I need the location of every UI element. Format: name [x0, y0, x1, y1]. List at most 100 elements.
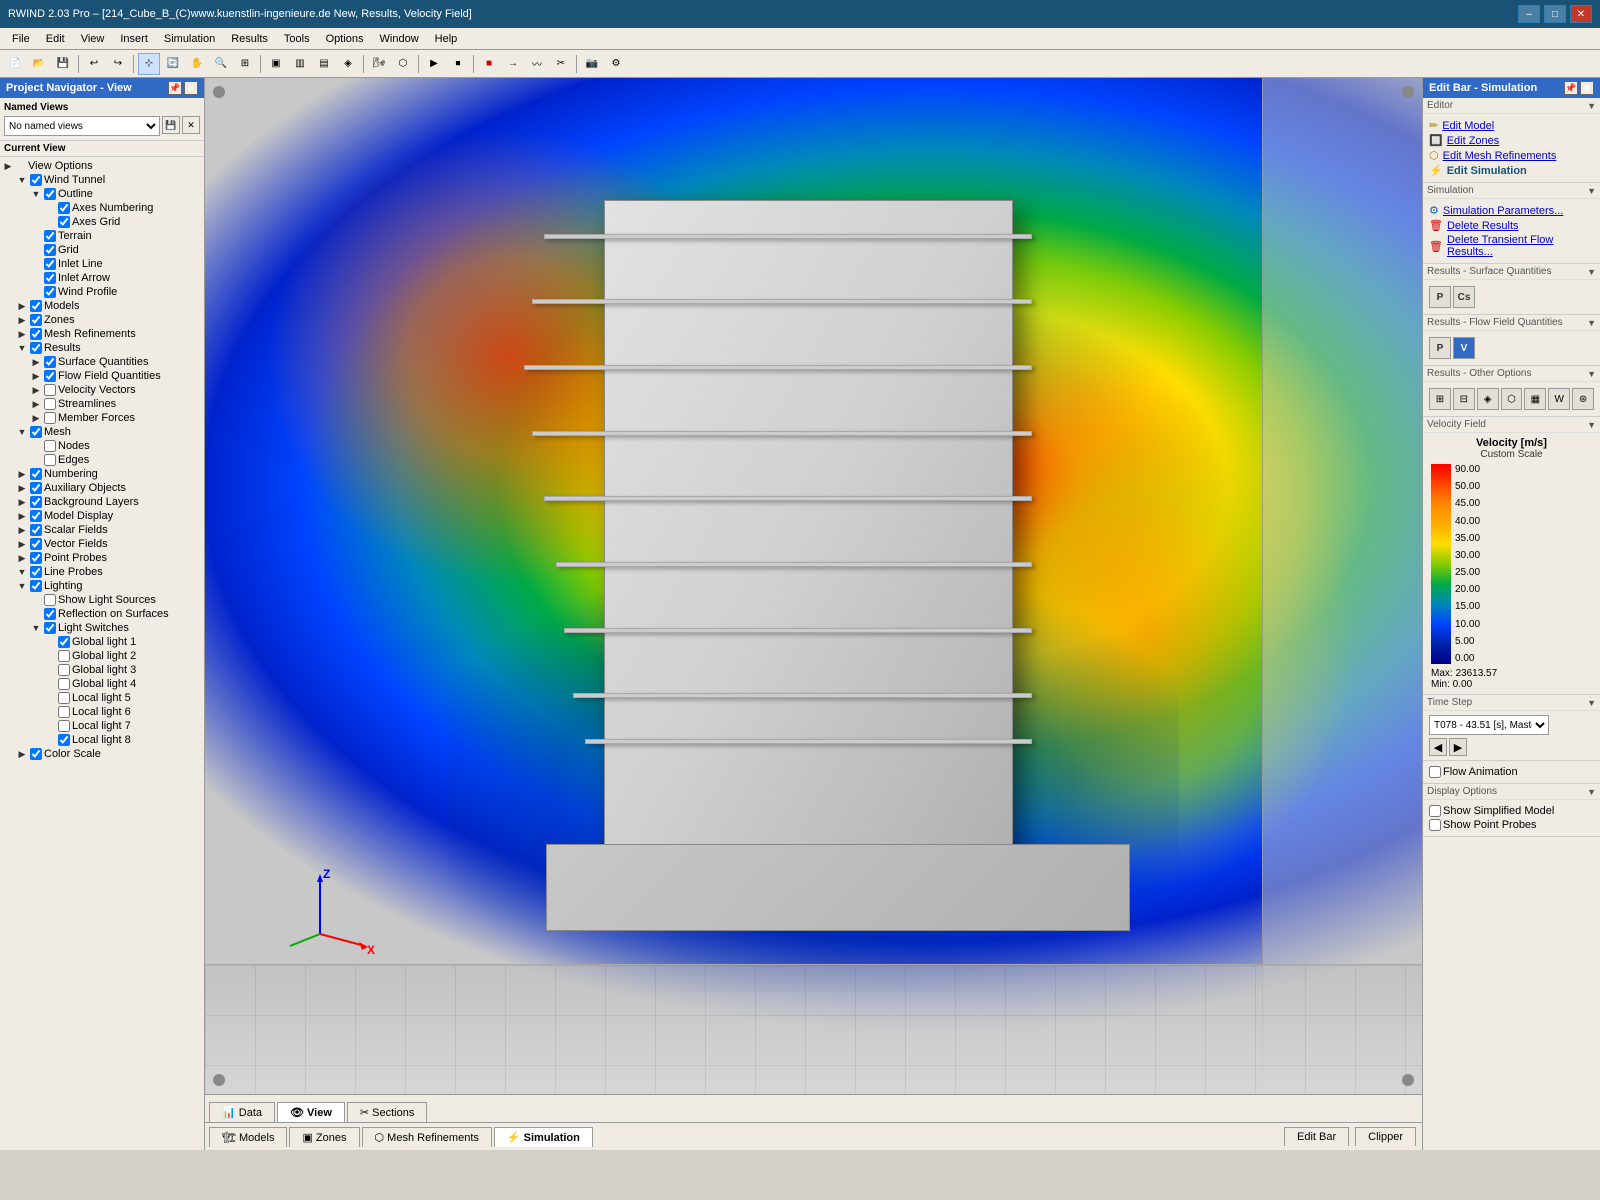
tree-item-1[interactable]: ▼Wind Tunnel [2, 173, 202, 187]
results-flow-collapse[interactable]: ▼ [1587, 318, 1596, 328]
tree-checkbox-26[interactable] [30, 524, 42, 536]
tree-checkbox-25[interactable] [30, 510, 42, 522]
menu-file[interactable]: File [4, 31, 38, 47]
other-btn-4[interactable]: ⬡ [1501, 388, 1523, 410]
tree-checkbox-20[interactable] [44, 440, 56, 452]
tree-checkbox-28[interactable] [30, 552, 42, 564]
tb-pan[interactable]: ✋ [186, 53, 208, 75]
viewport[interactable]: Z X 📊 Data 👁 View ✂ Sections [205, 78, 1422, 1122]
panel-pin-button[interactable]: 📌 [168, 81, 182, 95]
panel-close-button[interactable]: ✕ [184, 81, 198, 95]
menu-insert[interactable]: Insert [112, 31, 156, 47]
tree-checkbox-13[interactable] [30, 342, 42, 354]
tb-open[interactable]: 📂 [28, 53, 50, 75]
tree-item-35[interactable]: Global light 2 [2, 649, 202, 663]
tb-mesh[interactable]: ⬡ [392, 53, 414, 75]
tree-checkbox-11[interactable] [30, 314, 42, 326]
tab-mesh-refinements[interactable]: ⬡ Mesh Refinements [362, 1127, 492, 1147]
tree-item-21[interactable]: Edges [2, 453, 202, 467]
tb-redo[interactable]: ↪ [107, 53, 129, 75]
tree-checkbox-42[interactable] [30, 748, 42, 760]
pressure-button[interactable]: P [1429, 286, 1451, 308]
tb-select[interactable]: ⊹ [138, 53, 160, 75]
tree-checkbox-27[interactable] [30, 538, 42, 550]
tree-item-7[interactable]: Inlet Line [2, 257, 202, 271]
tree-toggle-10[interactable]: ▶ [16, 300, 28, 312]
tree-item-25[interactable]: ▶Model Display [2, 509, 202, 523]
tree-item-16[interactable]: ▶Velocity Vectors [2, 383, 202, 397]
tree-checkbox-2[interactable] [44, 188, 56, 200]
tb-persp[interactable]: ◈ [337, 53, 359, 75]
other-btn-5[interactable]: ▦ [1524, 388, 1546, 410]
tree-item-17[interactable]: ▶Streamlines [2, 397, 202, 411]
tree-item-12[interactable]: ▶Mesh Refinements [2, 327, 202, 341]
tb-side[interactable]: ▥ [289, 53, 311, 75]
display-options-collapse[interactable]: ▼ [1587, 787, 1596, 797]
tb-clip[interactable]: ✂ [550, 53, 572, 75]
show-simplified-checkbox[interactable] [1429, 805, 1441, 817]
show-point-probes-checkbox[interactable] [1429, 819, 1441, 831]
tree-checkbox-14[interactable] [44, 356, 56, 368]
tree-item-6[interactable]: Grid [2, 243, 202, 257]
tree-toggle-15[interactable]: ▶ [30, 370, 42, 382]
tree-item-32[interactable]: Reflection on Surfaces [2, 607, 202, 621]
time-step-select[interactable]: T078 - 43.51 [s], Master [1429, 715, 1549, 735]
corner-handle-tr[interactable] [1402, 86, 1414, 98]
tree-checkbox-23[interactable] [30, 482, 42, 494]
time-step-next[interactable]: ▶ [1449, 738, 1467, 756]
tree-checkbox-5[interactable] [44, 230, 56, 242]
tb-vector[interactable]: → [502, 53, 524, 75]
tree-toggle-19[interactable]: ▼ [16, 426, 28, 438]
menu-options[interactable]: Options [318, 31, 372, 47]
corner-handle-br[interactable] [1402, 1074, 1414, 1086]
tree-item-5[interactable]: Terrain [2, 229, 202, 243]
tb-stream[interactable]: 〰 [526, 53, 548, 75]
velocity-field-collapse[interactable]: ▼ [1587, 420, 1596, 430]
tb-screenshot[interactable]: 📷 [581, 53, 603, 75]
flow-p-button[interactable]: P [1429, 337, 1451, 359]
menu-simulation[interactable]: Simulation [156, 31, 223, 47]
tree-item-18[interactable]: ▶Member Forces [2, 411, 202, 425]
tree-checkbox-9[interactable] [44, 286, 56, 298]
tree-toggle-28[interactable]: ▶ [16, 552, 28, 564]
tree-checkbox-17[interactable] [44, 398, 56, 410]
tree-checkbox-37[interactable] [58, 678, 70, 690]
tree-item-41[interactable]: Local light 8 [2, 733, 202, 747]
tree-checkbox-15[interactable] [44, 370, 56, 382]
tb-stop[interactable]: ⏹ [447, 53, 469, 75]
tb-rotate[interactable]: 🔄 [162, 53, 184, 75]
tb-contour[interactable]: ■ [478, 53, 500, 75]
tree-checkbox-19[interactable] [30, 426, 42, 438]
tree-item-23[interactable]: ▶Auxiliary Objects [2, 481, 202, 495]
tree-item-10[interactable]: ▶Models [2, 299, 202, 313]
tree-item-15[interactable]: ▶Flow Field Quantities [2, 369, 202, 383]
tb-zoom-all[interactable]: ⊞ [234, 53, 256, 75]
tree-item-40[interactable]: Local light 7 [2, 719, 202, 733]
tb-front[interactable]: ▣ [265, 53, 287, 75]
tree-item-37[interactable]: Global light 4 [2, 677, 202, 691]
tree-item-34[interactable]: Global light 1 [2, 635, 202, 649]
results-surface-collapse[interactable]: ▼ [1587, 267, 1596, 277]
tab-data[interactable]: 📊 Data [209, 1102, 275, 1122]
tab-zones[interactable]: ▣ Zones [289, 1127, 359, 1147]
tree-checkbox-22[interactable] [30, 468, 42, 480]
other-btn-3[interactable]: ◈ [1477, 388, 1499, 410]
tree-checkbox-8[interactable] [44, 272, 56, 284]
editor-collapse[interactable]: ▼ [1587, 101, 1596, 111]
tree-checkbox-30[interactable] [30, 580, 42, 592]
tree-item-24[interactable]: ▶Background Layers [2, 495, 202, 509]
flow-animation-checkbox[interactable] [1429, 766, 1441, 778]
tree-item-11[interactable]: ▶Zones [2, 313, 202, 327]
tree-toggle-18[interactable]: ▶ [30, 412, 42, 424]
tree-checkbox-16[interactable] [44, 384, 56, 396]
tb-undo[interactable]: ↩ [83, 53, 105, 75]
tree-toggle-25[interactable]: ▶ [16, 510, 28, 522]
tree-item-31[interactable]: Show Light Sources [2, 593, 202, 607]
tree-checkbox-12[interactable] [30, 328, 42, 340]
tree-toggle-2[interactable]: ▼ [30, 188, 42, 200]
tb-save[interactable]: 💾 [52, 53, 74, 75]
menu-results[interactable]: Results [223, 31, 276, 47]
tab-models[interactable]: 🏗 Models [209, 1127, 287, 1147]
cf-button[interactable]: Cs [1453, 286, 1475, 308]
tree-item-38[interactable]: Local light 5 [2, 691, 202, 705]
